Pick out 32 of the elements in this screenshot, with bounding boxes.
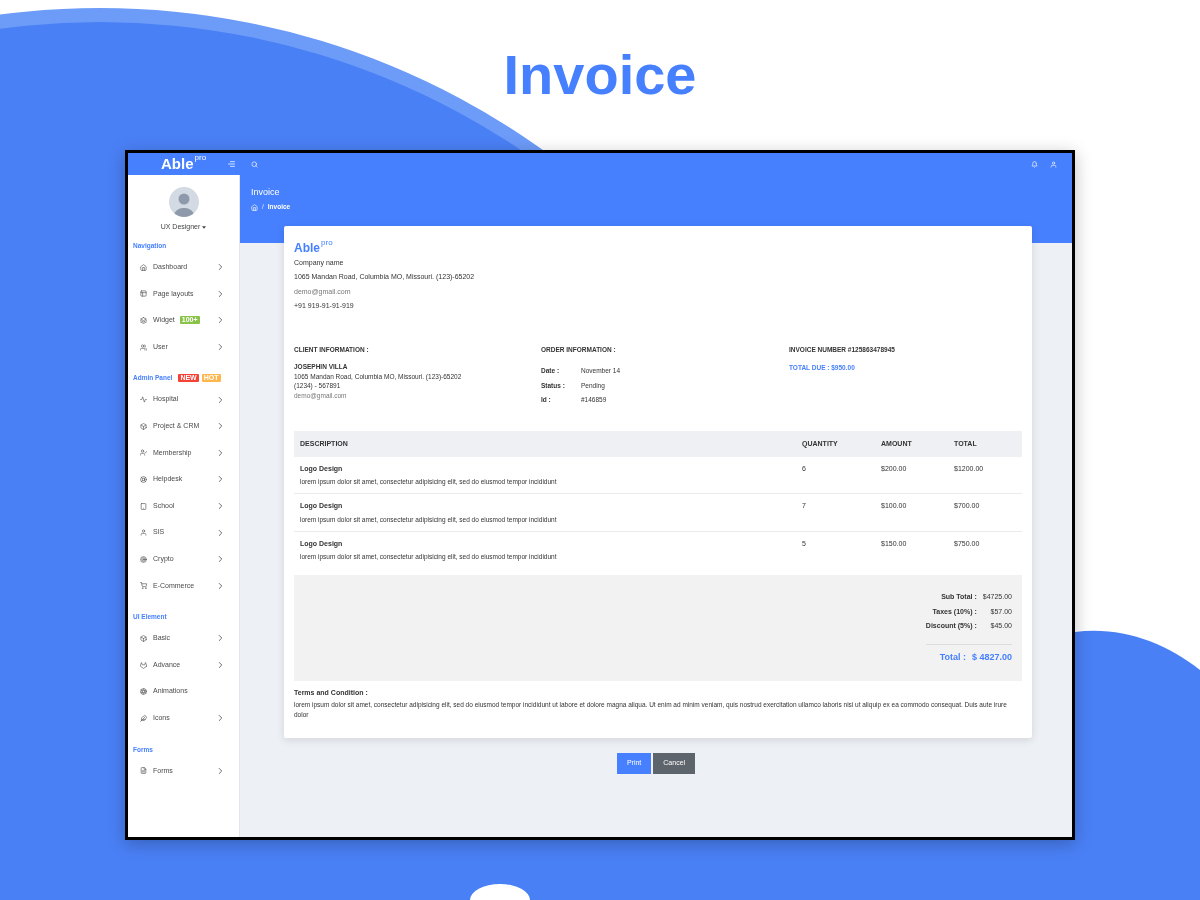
home-icon[interactable] — [251, 203, 258, 211]
tablet-icon — [140, 502, 147, 510]
home-icon — [140, 263, 147, 271]
lifebuoy-icon — [140, 475, 147, 483]
logo-superscript: pro — [194, 154, 207, 162]
layout-icon — [140, 290, 147, 298]
target-icon — [140, 555, 147, 563]
bell-icon[interactable] — [1031, 160, 1038, 168]
logo-text[interactable]: Able — [161, 156, 194, 172]
page-heading: Invoice — [251, 186, 281, 198]
total-label: Total : — [939, 650, 966, 664]
caret-icon — [202, 225, 207, 229]
layers-icon — [140, 317, 147, 324]
user-icon[interactable] — [1050, 160, 1057, 168]
menu-icon[interactable] — [227, 160, 236, 168]
search-icon[interactable] — [251, 160, 258, 168]
box-icon — [140, 422, 147, 430]
total-value: $ 4827.00 — [971, 650, 1012, 664]
document-icon — [140, 767, 147, 775]
logo-superscript: pro — [321, 239, 333, 247]
box-icon — [140, 634, 147, 642]
logo-text: Able — [294, 242, 320, 255]
pulse-icon — [140, 396, 147, 404]
cart-icon — [140, 582, 147, 590]
feather-icon — [140, 714, 147, 722]
aperture-icon — [140, 688, 147, 696]
users-icon — [140, 343, 147, 351]
page-title: Invoice — [503, 47, 697, 103]
user-icon — [140, 529, 147, 537]
fox-head-icon — [140, 661, 147, 669]
avatar-icon — [168, 187, 199, 217]
user-check-icon — [140, 449, 147, 457]
